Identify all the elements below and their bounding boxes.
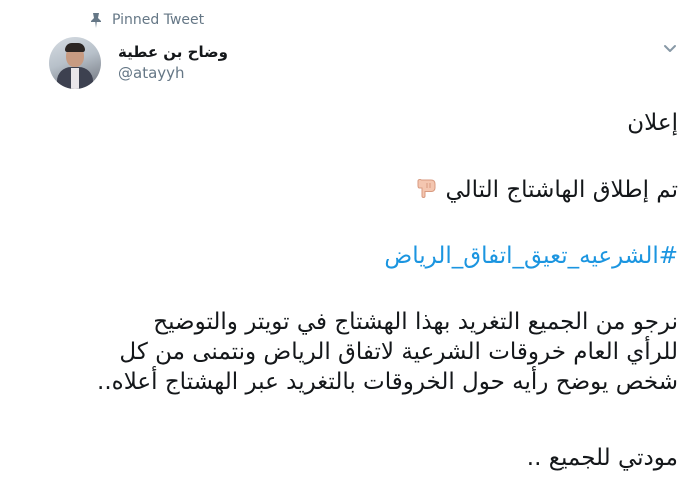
tweet-launch-line: تم إطلاق الهاشتاج التالي (78, 175, 678, 205)
pinned-tweet-label: Pinned Tweet (90, 12, 204, 28)
author-name[interactable]: وضاح بن عطية (118, 43, 228, 61)
tweet-body-line: للرأي العام خروقات الشرعية لاتفاق الرياض… (119, 339, 678, 365)
tweet-launch-text: تم إطلاق الهاشتاج التالي (445, 177, 678, 203)
chevron-down-icon[interactable] (663, 42, 677, 56)
tweet-body: نرجو من الجميع التغريد بهذا الهشتاج في ت… (78, 307, 678, 397)
avatar-shirt (71, 68, 79, 89)
tweet-body-line: نرجو من الجميع التغريد بهذا الهشتاج في ت… (153, 309, 678, 335)
backhand-index-pointing-down-icon (417, 178, 436, 198)
tweet-closing: مودتي للجميع .. (526, 445, 678, 471)
tweet-announcement: إعلان (627, 110, 678, 136)
hashtag-link[interactable]: #الشرعيه_تعيق_اتفاق_الرياض (78, 241, 678, 271)
tweet-text: إعلان تم إطلاق الهاشتاج التالي #الشرعيه_… (78, 108, 678, 473)
pin-icon (91, 13, 101, 28)
tweet-body-line: شخص يوضح رأيه حول الخروقات بالتغريد عبر … (97, 369, 678, 395)
avatar[interactable] (49, 37, 101, 89)
avatar-hair (65, 43, 85, 52)
author-handle[interactable]: @atayyh (118, 64, 185, 82)
pinned-text: Pinned Tweet (112, 12, 205, 28)
